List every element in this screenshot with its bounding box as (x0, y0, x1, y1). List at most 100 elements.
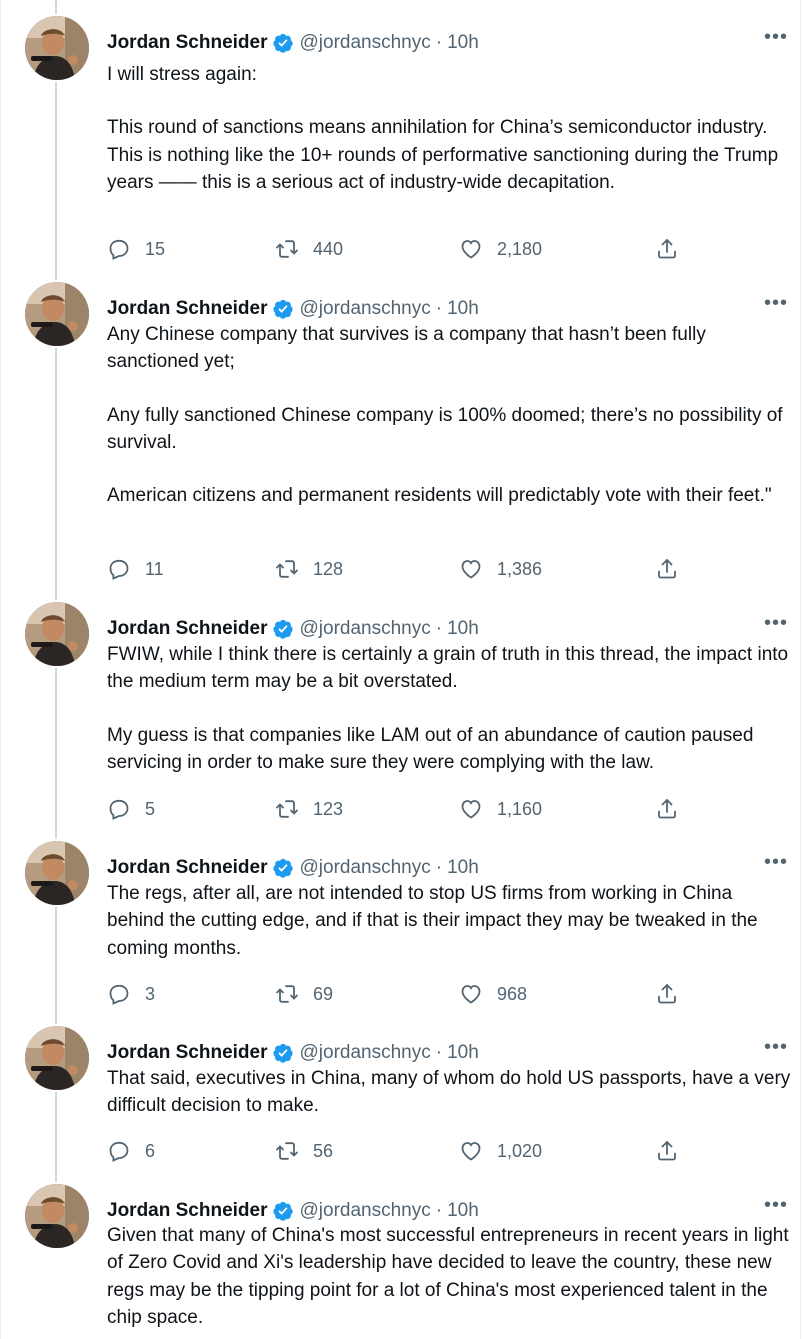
thread-connector-line (55, 907, 57, 1024)
separator-dot: · (435, 298, 443, 319)
verified-badge-icon (272, 858, 293, 878)
verified-badge-icon (272, 1201, 293, 1221)
avatar[interactable] (25, 1184, 89, 1248)
author-name[interactable]: Jordan Schneider (107, 618, 268, 640)
author-handle[interactable]: @jordanschnyc (300, 32, 431, 54)
retweet-button[interactable]: 69 (275, 981, 333, 1007)
reply-count: 6 (145, 1140, 156, 1161)
tweet-timestamp[interactable]: 10h (447, 857, 479, 879)
like-count: 1,020 (497, 1140, 543, 1161)
reply-button[interactable]: 15 (107, 236, 165, 262)
reply-button[interactable]: 11 (107, 556, 164, 582)
reply-button[interactable]: 5 (107, 796, 155, 822)
tweet-actions: 5 123 1,160 (107, 796, 697, 822)
author-name[interactable]: Jordan Schneider (107, 298, 268, 320)
verified-badge-icon (272, 1043, 293, 1063)
like-button[interactable]: 2,180 (459, 236, 542, 262)
author-handle[interactable]: @jordanschnyc (300, 1200, 431, 1222)
author-handle[interactable]: @jordanschnyc (300, 857, 431, 879)
like-button[interactable]: 1,020 (459, 1138, 542, 1164)
retweet-icon (276, 800, 298, 818)
verified-badge-icon (272, 299, 293, 319)
like-count: 968 (497, 983, 528, 1004)
author-name[interactable]: Jordan Schneider (107, 1042, 268, 1064)
more-icon[interactable]: ••• (764, 27, 788, 53)
reply-count: 5 (145, 798, 156, 819)
like-icon (461, 985, 481, 1004)
more-icon[interactable]: ••• (764, 293, 788, 319)
like-icon (461, 560, 481, 579)
reply-button[interactable]: 3 (107, 981, 155, 1007)
verified-badge-icon (272, 618, 294, 640)
separator-dot: · (435, 1042, 443, 1063)
share-button[interactable] (655, 556, 693, 582)
like-button[interactable]: 968 (459, 981, 527, 1007)
retweet-button[interactable]: 128 (275, 556, 343, 582)
verified-badge-icon (272, 1042, 294, 1064)
author-handle[interactable]: @jordanschnyc (300, 1042, 431, 1064)
thread-connector-line (55, 0, 57, 14)
tweet-timestamp[interactable]: 10h (447, 618, 479, 640)
retweet-button[interactable]: 123 (275, 796, 343, 822)
separator-dot: · (435, 1200, 443, 1221)
author-name[interactable]: Jordan Schneider (107, 32, 268, 54)
author-name[interactable]: Jordan Schneider (107, 857, 268, 879)
like-button[interactable]: 1,386 (459, 556, 542, 582)
retweet-button[interactable]: 440 (275, 236, 343, 262)
avatar[interactable] (25, 841, 89, 905)
like-count: 1,160 (497, 798, 543, 819)
tweet-paragraph: I will stress again: (107, 64, 257, 85)
retweet-count: 56 (313, 1140, 334, 1161)
reply-icon (109, 239, 129, 260)
like-count: 1,386 (497, 558, 543, 579)
retweet-icon (276, 240, 298, 258)
retweet-count: 128 (313, 558, 344, 579)
tweet-text: That said, executives in China, many of … (107, 1065, 792, 1120)
tweet-timestamp[interactable]: 10h (447, 1200, 479, 1222)
avatar[interactable] (25, 602, 89, 666)
tweet-text: Any Chinese company that survives is a c… (107, 321, 792, 509)
tweet-paragraph: Given that many of China's most successf… (107, 1225, 794, 1328)
tweet-paragraph: FWIW, while I think there is certainly a… (107, 644, 794, 693)
tweet-text: I will stress again: This round of sancti… (107, 61, 792, 196)
tweet-actions: 15 440 2,180 (107, 236, 697, 262)
share-button[interactable] (655, 236, 693, 262)
retweet-count: 69 (313, 983, 334, 1004)
right-border (800, 0, 801, 1339)
thread-connector-line (55, 1092, 57, 1182)
more-icon[interactable]: ••• (764, 613, 788, 639)
share-button[interactable] (655, 796, 693, 822)
separator-dot: · (435, 618, 443, 639)
tweet-paragraph: The regs, after all, are not intended to… (107, 883, 763, 959)
verified-badge-icon (272, 619, 293, 639)
like-icon (461, 240, 481, 259)
separator-dot: · (435, 857, 443, 878)
tweet-header: Jordan Schneider @jordanschnyc · 10h (107, 30, 479, 56)
avatar[interactable] (25, 282, 89, 346)
author-handle[interactable]: @jordanschnyc (300, 298, 431, 320)
tweet-timestamp[interactable]: 10h (447, 298, 479, 320)
tweet-header: Jordan Schneider @jordanschnyc · 10h (107, 1198, 479, 1224)
more-icon[interactable]: ••• (764, 1037, 788, 1063)
reply-button[interactable]: 6 (107, 1138, 155, 1164)
reply-icon (109, 984, 129, 1005)
share-button[interactable] (655, 1138, 693, 1164)
like-icon (461, 1142, 481, 1161)
tweet-paragraph: Any fully sanctioned Chinese company is … (107, 404, 788, 453)
avatar[interactable] (25, 1026, 89, 1090)
more-icon[interactable]: ••• (764, 1195, 788, 1221)
retweet-button[interactable]: 56 (275, 1138, 333, 1164)
reply-count: 3 (145, 983, 156, 1004)
share-icon (658, 1141, 676, 1161)
more-icon[interactable]: ••• (764, 852, 788, 878)
author-handle[interactable]: @jordanschnyc (300, 618, 431, 640)
avatar[interactable] (25, 16, 89, 80)
tweet-timestamp[interactable]: 10h (447, 32, 479, 54)
retweet-count: 440 (313, 238, 344, 259)
author-name[interactable]: Jordan Schneider (107, 1200, 268, 1222)
thread-connector-line (55, 348, 57, 600)
tweet-paragraph: Any Chinese company that survives is a c… (107, 324, 712, 373)
like-button[interactable]: 1,160 (459, 796, 542, 822)
tweet-timestamp[interactable]: 10h (447, 1042, 479, 1064)
share-button[interactable] (655, 981, 693, 1007)
